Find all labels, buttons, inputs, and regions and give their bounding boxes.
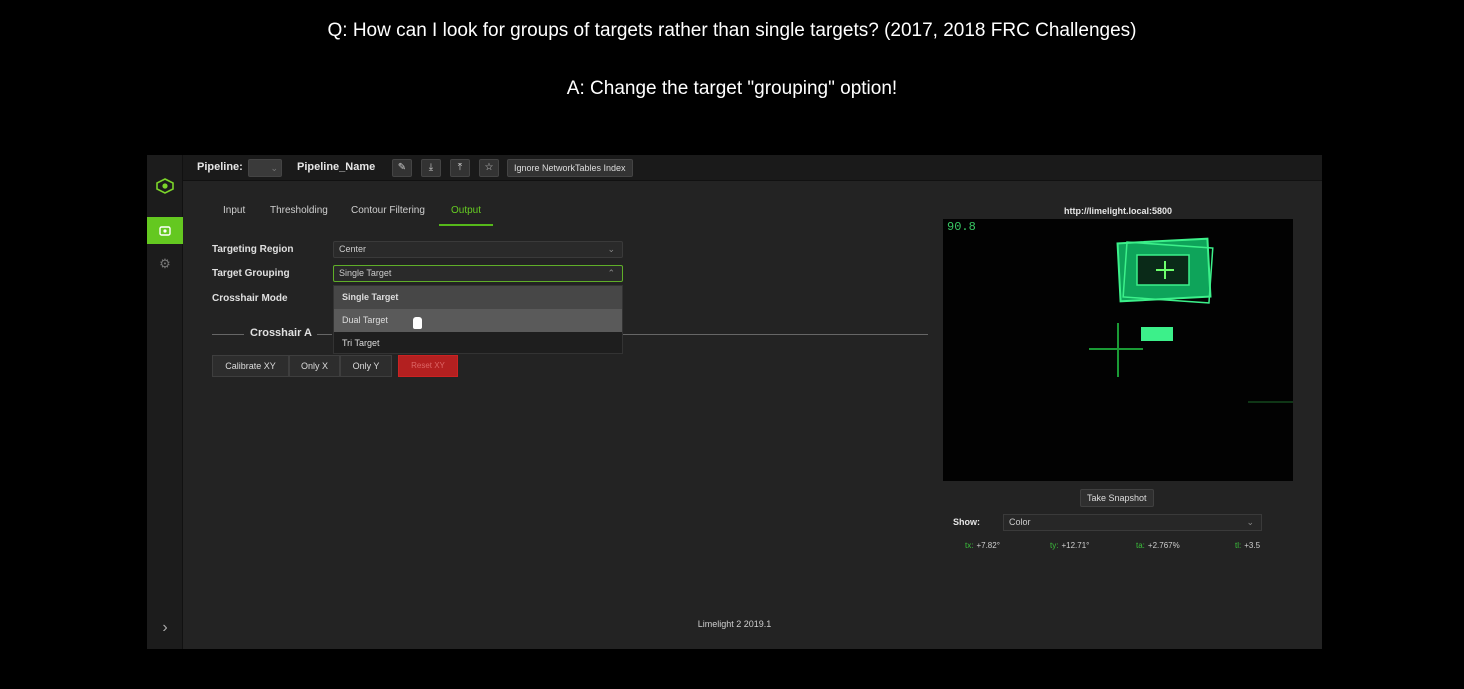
camera-icon[interactable] — [147, 217, 183, 244]
target-grouping-select[interactable]: Single Target ⌃ — [333, 265, 623, 282]
targeting-region-value: Center — [339, 244, 367, 254]
camera-feed[interactable]: 90.8 — [943, 219, 1293, 481]
dropdown-option-single-target[interactable]: Single Target — [334, 286, 622, 309]
divider — [623, 334, 928, 335]
camera-overlay — [1089, 237, 1293, 403]
tab-contour-filtering[interactable]: Contour Filtering — [351, 205, 425, 224]
crosshair-section-title: Crosshair A — [250, 327, 312, 339]
stat-ty: ty: +12.71° — [1050, 541, 1090, 550]
dropdown-option-tri-target[interactable]: Tri Target — [334, 332, 622, 355]
tab-thresholding[interactable]: Thresholding — [270, 205, 328, 224]
pipeline-name[interactable]: Pipeline_Name — [297, 161, 375, 173]
show-mode-value: Color — [1009, 517, 1031, 527]
limelight-logo-icon[interactable] — [155, 177, 175, 195]
stat-tl: tl: +3.5 — [1235, 541, 1261, 550]
chevron-down-icon: ⌄ — [607, 244, 615, 254]
download-icon[interactable]: ⤓ — [421, 159, 441, 177]
pipeline-toolbar: Pipeline: ⌄ Pipeline_Name ✎ ⤓ ⤒ ☆ Ignore… — [183, 155, 1322, 181]
upload-icon[interactable]: ⤒ — [450, 159, 470, 177]
calibrate-xy-button[interactable]: Calibrate XY — [212, 355, 289, 377]
question-caption: Q: How can I look for groups of targets … — [327, 20, 1137, 41]
target-grouping-label: Target Grouping — [212, 268, 290, 279]
sidebar: ⚙ › — [147, 155, 183, 649]
pipeline-label: Pipeline: — [197, 161, 243, 173]
target-grouping-dropdown: Single Target Dual Target Tri Target — [333, 285, 623, 354]
chevron-down-icon: ⌄ — [1246, 517, 1254, 527]
limelight-app-window: ⚙ › Pipeline: ⌄ Pipeline_Name ✎ ⤓ ⤒ ☆ Ig… — [147, 155, 1322, 649]
dropdown-option-label: Dual Target — [342, 315, 388, 325]
crosshair-mode-label: Crosshair Mode — [212, 293, 288, 304]
targeting-region-select[interactable]: Center ⌄ — [333, 241, 623, 258]
stat-ta: ta: +2.767% — [1136, 541, 1180, 550]
only-x-button[interactable]: Only X — [289, 355, 340, 377]
only-y-button[interactable]: Only Y — [340, 355, 392, 377]
target-grouping-value: Single Target — [339, 268, 392, 278]
chevron-up-icon: ⌃ — [607, 268, 615, 278]
pipeline-index-select[interactable]: ⌄ — [248, 159, 282, 177]
edit-icon[interactable]: ✎ — [392, 159, 412, 177]
divider — [212, 334, 244, 335]
targeting-region-label: Targeting Region — [212, 244, 294, 255]
tab-output[interactable]: Output — [439, 205, 494, 226]
reset-xy-button[interactable]: Reset XY — [398, 355, 458, 377]
dropdown-option-dual-target[interactable]: Dual Target — [334, 309, 622, 332]
camera-stream-url[interactable]: http://limelight.local:5800 — [943, 206, 1293, 216]
tab-input[interactable]: Input — [223, 205, 245, 224]
divider — [317, 334, 332, 335]
star-icon[interactable]: ☆ — [479, 159, 499, 177]
show-mode-select[interactable]: Color ⌄ — [1003, 514, 1262, 531]
take-snapshot-button[interactable]: Take Snapshot — [1080, 489, 1154, 507]
mouse-cursor-icon — [413, 317, 422, 329]
answer-caption: A: Change the target "grouping" option! — [566, 78, 898, 99]
fps-readout: 90.8 — [947, 220, 976, 234]
show-label: Show: — [953, 517, 980, 527]
stat-tx: tx: +7.82° — [965, 541, 1000, 550]
version-footer: Limelight 2 2019.1 — [697, 619, 772, 629]
settings-icon[interactable]: ⚙ — [147, 253, 183, 275]
ignore-networktables-button[interactable]: Ignore NetworkTables Index — [507, 159, 633, 177]
